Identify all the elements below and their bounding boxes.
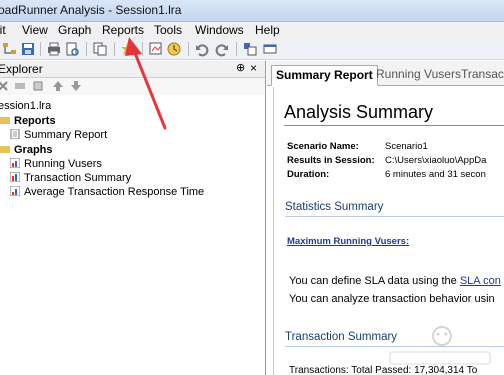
annotation-arrow xyxy=(125,37,167,130)
watermark-logo xyxy=(389,326,491,365)
